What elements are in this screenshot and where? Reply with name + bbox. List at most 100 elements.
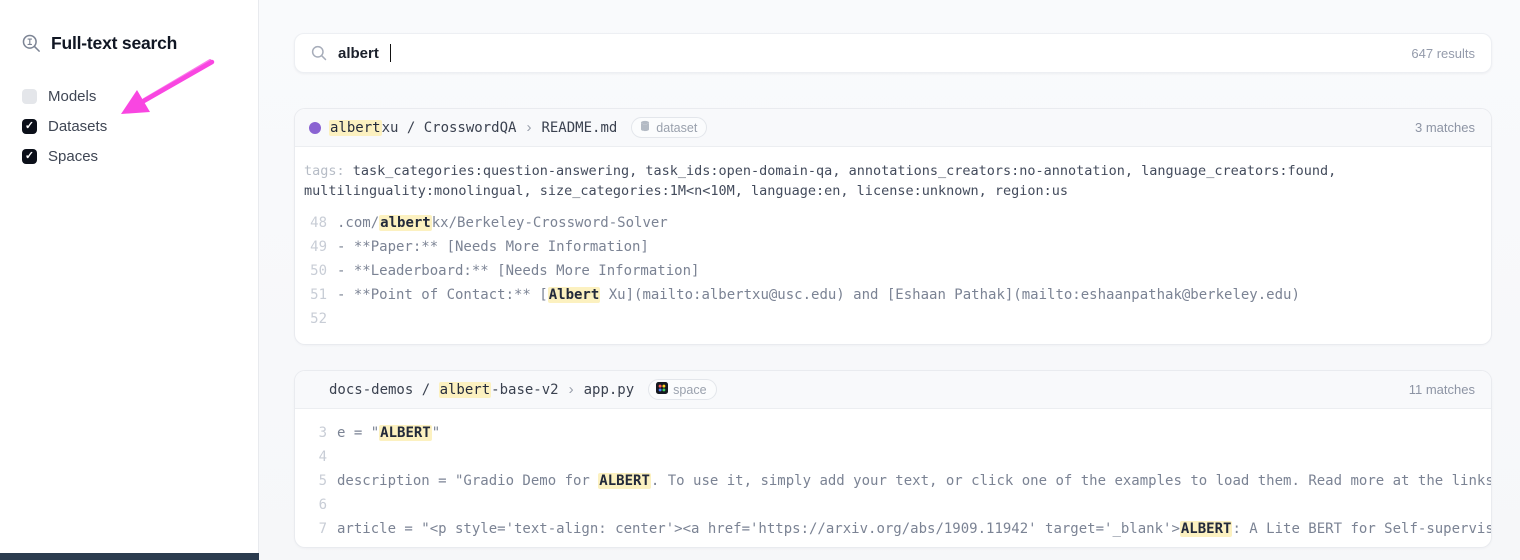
sidebar-header: Full-text search [21, 33, 177, 54]
unchecked-checkbox-icon[interactable] [22, 89, 37, 104]
code-line: 6 [295, 493, 1491, 517]
result-card: docs-demos / albert-base-v2 › app.py space 1… [294, 370, 1492, 548]
spaces-grid-icon [656, 382, 668, 397]
line-number: 51 [303, 283, 327, 307]
line-number: 50 [303, 259, 327, 283]
page-title: Full-text search [51, 33, 177, 54]
filter-spaces[interactable]: ✓ Spaces [22, 141, 107, 171]
text-segment: xu / CrosswordQA [382, 120, 517, 136]
match-highlight: Albert [548, 287, 601, 303]
repo-type-badge: space [648, 379, 716, 400]
text-segment: - **Paper:** [Needs More Information] [337, 239, 649, 255]
match-count: 3 matches [1415, 120, 1475, 135]
search-query-text: albert [338, 45, 379, 62]
line-number: 52 [303, 307, 327, 331]
code-block: 3e = "ALBERT"45description = "Gradio Dem… [295, 421, 1491, 541]
code-block: 48 .com/albertkx/Berkeley-Crossword-Solve… [295, 211, 1491, 331]
code-line: 49 - **Paper:** [Needs More Information] [295, 235, 1491, 259]
full-text-search-icon [21, 33, 42, 54]
text-segment: - **Leaderboard:** [Needs More Informati… [337, 263, 699, 279]
repo-avatar-placeholder [309, 384, 321, 396]
repo-avatar [309, 122, 321, 134]
text-segment: docs-demos / [329, 382, 439, 398]
filter-label: Datasets [48, 118, 107, 135]
match-highlight: albert [379, 215, 432, 231]
tags-text: multilinguality:monolingual, size_catego… [304, 183, 1068, 199]
code-line: 3 e = "ALBERT" [295, 421, 1491, 445]
result-body: 3e = "ALBERT"45description = "Gradio Dem… [295, 409, 1491, 541]
line-number: 49 [303, 235, 327, 259]
path-separator-icon: › [524, 119, 533, 136]
file-name[interactable]: app.py [584, 382, 635, 398]
result-body: tags: task_categories:question-answering… [295, 147, 1491, 331]
badge-label: dataset [656, 121, 697, 135]
line-number: 48 [303, 211, 327, 235]
line-content: - **Point of Contact:** [Albert Xu](mail… [337, 283, 1491, 307]
line-number: 3 [303, 421, 327, 445]
text-segment: : A Lite BERT for Self-supervised [1232, 521, 1491, 537]
code-line: 52 [295, 307, 1491, 331]
code-line: 5 description = "Gradio Demo for ALBERT. … [295, 469, 1491, 493]
badge-label: space [673, 383, 706, 397]
text-segment: . To use it, simply add your text, or cl… [651, 473, 1491, 489]
checked-checkbox-icon[interactable]: ✓ [22, 149, 37, 164]
line-number: 6 [303, 493, 327, 517]
line-content: - **Paper:** [Needs More Information] [337, 235, 1491, 259]
match-count: 11 matches [1409, 382, 1475, 397]
code-line: 48 .com/albertkx/Berkeley-Crossword-Solve… [295, 211, 1491, 235]
tags-text: task_categories:question-answering, task… [353, 163, 1336, 179]
result-header[interactable]: docs-demos / albert-base-v2 › app.py space 1… [295, 371, 1491, 409]
tags-block: tags: task_categories:question-answering… [295, 159, 1491, 211]
repo-type-badge: dataset [631, 117, 707, 138]
match-highlight: ALBERT [1180, 521, 1233, 537]
tags-label: tags: [304, 163, 353, 179]
line-content: - **Leaderboard:** [Needs More Informati… [337, 259, 1491, 283]
search-input[interactable]: albert 647 results [294, 33, 1492, 73]
database-icon [639, 120, 651, 135]
line-content: article = "<p style='text-align: center'… [337, 517, 1491, 541]
path-separator-icon: › [567, 381, 576, 398]
line-content: e = "ALBERT" [337, 421, 1491, 445]
text-cursor [390, 44, 392, 62]
line-content [337, 445, 1491, 469]
match-highlight: ALBERT [598, 473, 651, 489]
results-count: 647 results [1411, 46, 1475, 61]
main-content: albert 647 results albertxu / CrosswordQ… [259, 0, 1520, 560]
line-content [337, 307, 1491, 331]
text-segment: -base-v2 [491, 382, 558, 398]
filter-label: Spaces [48, 148, 98, 165]
match-highlight: ALBERT [379, 425, 432, 441]
filter-datasets[interactable]: ✓ Datasets [22, 111, 107, 141]
text-segment: article = "<p style='text-align: center'… [337, 521, 1180, 537]
result-card: albertxu / CrosswordQA›README.mddataset3… [294, 108, 1492, 345]
repo-path[interactable]: docs-demos / albert-base-v2 [329, 382, 559, 398]
text-segment: kx/Berkeley-Crossword-Solver [432, 215, 668, 231]
code-line: 4 [295, 445, 1491, 469]
text-segment: e = " [337, 425, 379, 441]
filter-label: Models [48, 88, 96, 105]
filter-list: Models ✓ Datasets ✓ Spaces [22, 81, 107, 171]
sidebar: Full-text search Models ✓ Datasets ✓ Spaces [0, 0, 259, 560]
code-line: 7 article = "<p style='text-align: center… [295, 517, 1491, 541]
line-number: 5 [303, 469, 327, 493]
result-header[interactable]: albertxu / CrosswordQA › README.md dataset 3… [295, 109, 1491, 147]
repo-path[interactable]: albertxu / CrosswordQA [329, 120, 516, 136]
match-highlight: albert [439, 382, 492, 398]
line-content: description = "Gradio Demo for ALBERT. T… [337, 469, 1491, 493]
line-content [337, 493, 1491, 517]
text-segment: Xu](mailto:albertxu@usc.edu) and [Eshaan… [600, 287, 1300, 303]
bottom-dark-bar [0, 553, 259, 560]
text-segment: " [432, 425, 440, 441]
filter-models[interactable]: Models [22, 81, 107, 111]
match-highlight: albert [329, 120, 382, 136]
file-name[interactable]: README.md [541, 120, 617, 136]
text-segment: - **Point of Contact:** [ [337, 287, 548, 303]
code-line: 50 - **Leaderboard:** [Needs More Informa… [295, 259, 1491, 283]
line-number: 7 [303, 517, 327, 541]
checked-checkbox-icon[interactable]: ✓ [22, 119, 37, 134]
code-line: 51 - **Point of Contact:** [Albert Xu](ma… [295, 283, 1491, 307]
text-segment: description = "Gradio Demo for [337, 473, 598, 489]
line-number: 4 [303, 445, 327, 469]
search-icon [311, 45, 327, 61]
line-content: .com/albertkx/Berkeley-Crossword-Solver [337, 211, 1491, 235]
